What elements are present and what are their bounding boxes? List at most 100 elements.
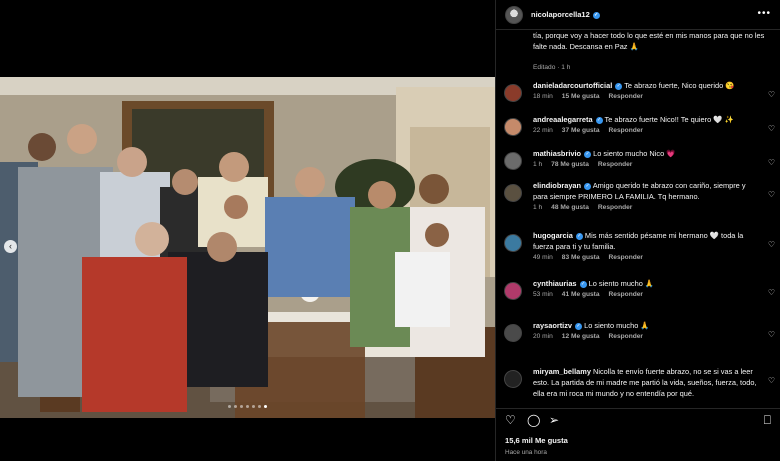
comment-avatar[interactable] bbox=[504, 234, 522, 252]
likes-count[interactable]: 15,6 mil Me gusta bbox=[505, 436, 568, 445]
comment-meta: 18 min 15 Me gusta Responder bbox=[533, 93, 761, 100]
comment-time: 53 min bbox=[533, 291, 553, 298]
verified-badge-icon: ✓ bbox=[615, 83, 623, 90]
comment-body: miryam_bellamy Nicolla te envío fuerte a… bbox=[533, 366, 761, 399]
reply-button[interactable]: Responder bbox=[609, 291, 643, 298]
comment-item: raysaortizv ✓ Lo siento mucho 🙏 20 min 12 M… bbox=[496, 320, 780, 342]
comment-avatar[interactable] bbox=[504, 282, 522, 300]
action-bar: ♡ ◯ ➢ ⎕ bbox=[496, 408, 780, 428]
reply-button[interactable]: Responder bbox=[598, 204, 632, 211]
heart-icon[interactable]: ♡ bbox=[768, 190, 775, 199]
post-photo[interactable] bbox=[0, 77, 495, 418]
comment-avatar[interactable] bbox=[504, 118, 522, 136]
reply-button[interactable]: Responder bbox=[609, 333, 643, 340]
comment-username[interactable]: raysaortizv bbox=[533, 321, 572, 330]
comment-likes[interactable]: 83 Me gusta bbox=[562, 254, 600, 261]
verified-badge-icon: ✓ bbox=[595, 117, 603, 124]
comment-likes[interactable]: 41 Me gusta bbox=[562, 291, 600, 298]
comment-text: Lo siento mucho 🙏 bbox=[588, 279, 655, 288]
post-media-area: ‹ bbox=[0, 0, 495, 461]
carousel-dot bbox=[252, 405, 255, 408]
reply-button[interactable]: Responder bbox=[609, 254, 643, 261]
comment-item: hugogarcia ✓ Mis más sentido pésame mi he… bbox=[496, 230, 780, 261]
comment-likes[interactable]: 37 Me gusta bbox=[562, 127, 600, 134]
comment-text: Te abrazo fuerte Nico!! Te quiero 🤍 ✨ bbox=[604, 115, 734, 124]
comment-item: elindiobrayan ✓ Amigo querido te abrazo c… bbox=[496, 180, 780, 211]
reply-button[interactable]: Responder bbox=[598, 161, 632, 168]
more-icon[interactable]: ••• bbox=[757, 8, 771, 19]
share-icon[interactable]: ➢ bbox=[549, 413, 559, 427]
comment-meta: 1 h 78 Me gusta Responder bbox=[533, 161, 761, 168]
comment-item: danieladarcourtofficial ✓ Te abrazo fuert… bbox=[496, 80, 780, 102]
carousel-dot bbox=[246, 405, 249, 408]
comment-item: cynthiaurias ✓ Lo siento mucho 🙏 53 min 41 … bbox=[496, 278, 780, 300]
verified-badge-icon: ✓ bbox=[584, 183, 592, 190]
comment-username[interactable]: andreaalegarreta bbox=[533, 115, 593, 124]
owner-avatar[interactable] bbox=[505, 5, 523, 24]
comment-body: mathiasbrivio ✓ Lo siento mucho Nico 💗 bbox=[533, 148, 761, 159]
comment-icon[interactable]: ◯ bbox=[527, 413, 540, 427]
comment-body: hugogarcia ✓ Mis más sentido pésame mi he… bbox=[533, 230, 761, 252]
comment-meta: 53 min 41 Me gusta Responder bbox=[533, 291, 761, 298]
comment-avatar[interactable] bbox=[504, 152, 522, 170]
reply-button[interactable]: Responder bbox=[609, 127, 643, 134]
comment-meta: 1 h 48 Me gusta Responder bbox=[533, 204, 761, 211]
carousel-dot bbox=[228, 405, 231, 408]
previous-slide-button[interactable]: ‹ bbox=[4, 240, 17, 253]
post-header: nicolaporcella12 ✓ ••• bbox=[496, 0, 780, 30]
comment-body: cynthiaurias ✓ Lo siento mucho 🙏 bbox=[533, 278, 761, 289]
comment-likes[interactable]: 12 Me gusta bbox=[562, 333, 600, 340]
family-photo bbox=[0, 77, 495, 418]
owner-username-link[interactable]: nicolaporcella12 ✓ bbox=[531, 10, 600, 19]
post-side-panel: nicolaporcella12 ✓ ••• tía, porque voy a … bbox=[495, 0, 780, 461]
caption-time: 1 h bbox=[561, 64, 571, 71]
comment-avatar[interactable] bbox=[504, 324, 522, 342]
heart-icon[interactable]: ♡ bbox=[768, 90, 775, 99]
chevron-left-icon: ‹ bbox=[9, 241, 12, 251]
heart-icon[interactable]: ♡ bbox=[768, 288, 775, 297]
heart-icon[interactable]: ♡ bbox=[768, 124, 775, 133]
comment-avatar[interactable] bbox=[504, 370, 522, 388]
verified-badge-icon: ✓ bbox=[575, 323, 583, 330]
comment-body: raysaortizv ✓ Lo siento mucho 🙏 bbox=[533, 320, 761, 331]
edited-label: Editado bbox=[533, 64, 556, 71]
comment-username[interactable]: elindiobrayan bbox=[533, 181, 581, 190]
post-caption: tía, porque voy a hacer todo lo que esté… bbox=[533, 31, 765, 51]
comment-username[interactable]: danieladarcourtofficial bbox=[533, 81, 612, 90]
comment-item: mathiasbrivio ✓ Lo siento mucho Nico 💗 1 h… bbox=[496, 148, 780, 170]
comment-text: Te abrazo fuerte, Nico querido 😘 bbox=[624, 81, 735, 90]
heart-icon[interactable]: ♡ bbox=[505, 413, 516, 427]
heart-icon[interactable]: ♡ bbox=[768, 240, 775, 249]
comment-time: 18 min bbox=[533, 93, 553, 100]
heart-icon[interactable]: ♡ bbox=[768, 330, 775, 339]
heart-icon[interactable]: ♡ bbox=[768, 158, 775, 167]
carousel-dots bbox=[0, 405, 495, 408]
comment-username[interactable]: hugogarcia bbox=[533, 231, 573, 240]
comment-item: andreaalegarreta ✓ Te abrazo fuerte Nico!… bbox=[496, 114, 780, 136]
verified-badge-icon: ✓ bbox=[575, 233, 583, 240]
instagram-post-modal: ‹ nicolaporcella12 ✓ ••• tía, porque voy … bbox=[0, 0, 780, 461]
comment-item: miryam_bellamy Nicolla te envío fuerte a… bbox=[496, 366, 780, 399]
comment-username[interactable]: miryam_bellamy bbox=[533, 367, 591, 376]
comment-time: 22 min bbox=[533, 127, 553, 134]
comment-username[interactable]: cynthiaurias bbox=[533, 279, 577, 288]
comment-username[interactable]: mathiasbrivio bbox=[533, 149, 581, 158]
comment-avatar[interactable] bbox=[504, 184, 522, 202]
verified-badge-icon: ✓ bbox=[579, 281, 587, 288]
carousel-dot bbox=[240, 405, 243, 408]
comment-text: Lo siento mucho 🙏 bbox=[584, 321, 650, 330]
comment-meta: 49 min 83 Me gusta Responder bbox=[533, 254, 761, 261]
verified-badge-icon: ✓ bbox=[592, 12, 600, 19]
bookmark-icon[interactable]: ⎕ bbox=[764, 413, 771, 427]
comment-avatar[interactable] bbox=[504, 84, 522, 102]
reply-button[interactable]: Responder bbox=[609, 93, 643, 100]
comment-body: elindiobrayan ✓ Amigo querido te abrazo c… bbox=[533, 180, 761, 202]
comment-likes[interactable]: 78 Me gusta bbox=[551, 161, 589, 168]
post-timestamp: Hace una hora bbox=[505, 449, 547, 456]
comment-meta: 22 min 37 Me gusta Responder bbox=[533, 127, 761, 134]
heart-icon[interactable]: ♡ bbox=[768, 376, 775, 385]
carousel-dot-active bbox=[264, 405, 267, 408]
carousel-dot bbox=[258, 405, 261, 408]
comment-likes[interactable]: 48 Me gusta bbox=[551, 204, 589, 211]
comment-likes[interactable]: 15 Me gusta bbox=[562, 93, 600, 100]
